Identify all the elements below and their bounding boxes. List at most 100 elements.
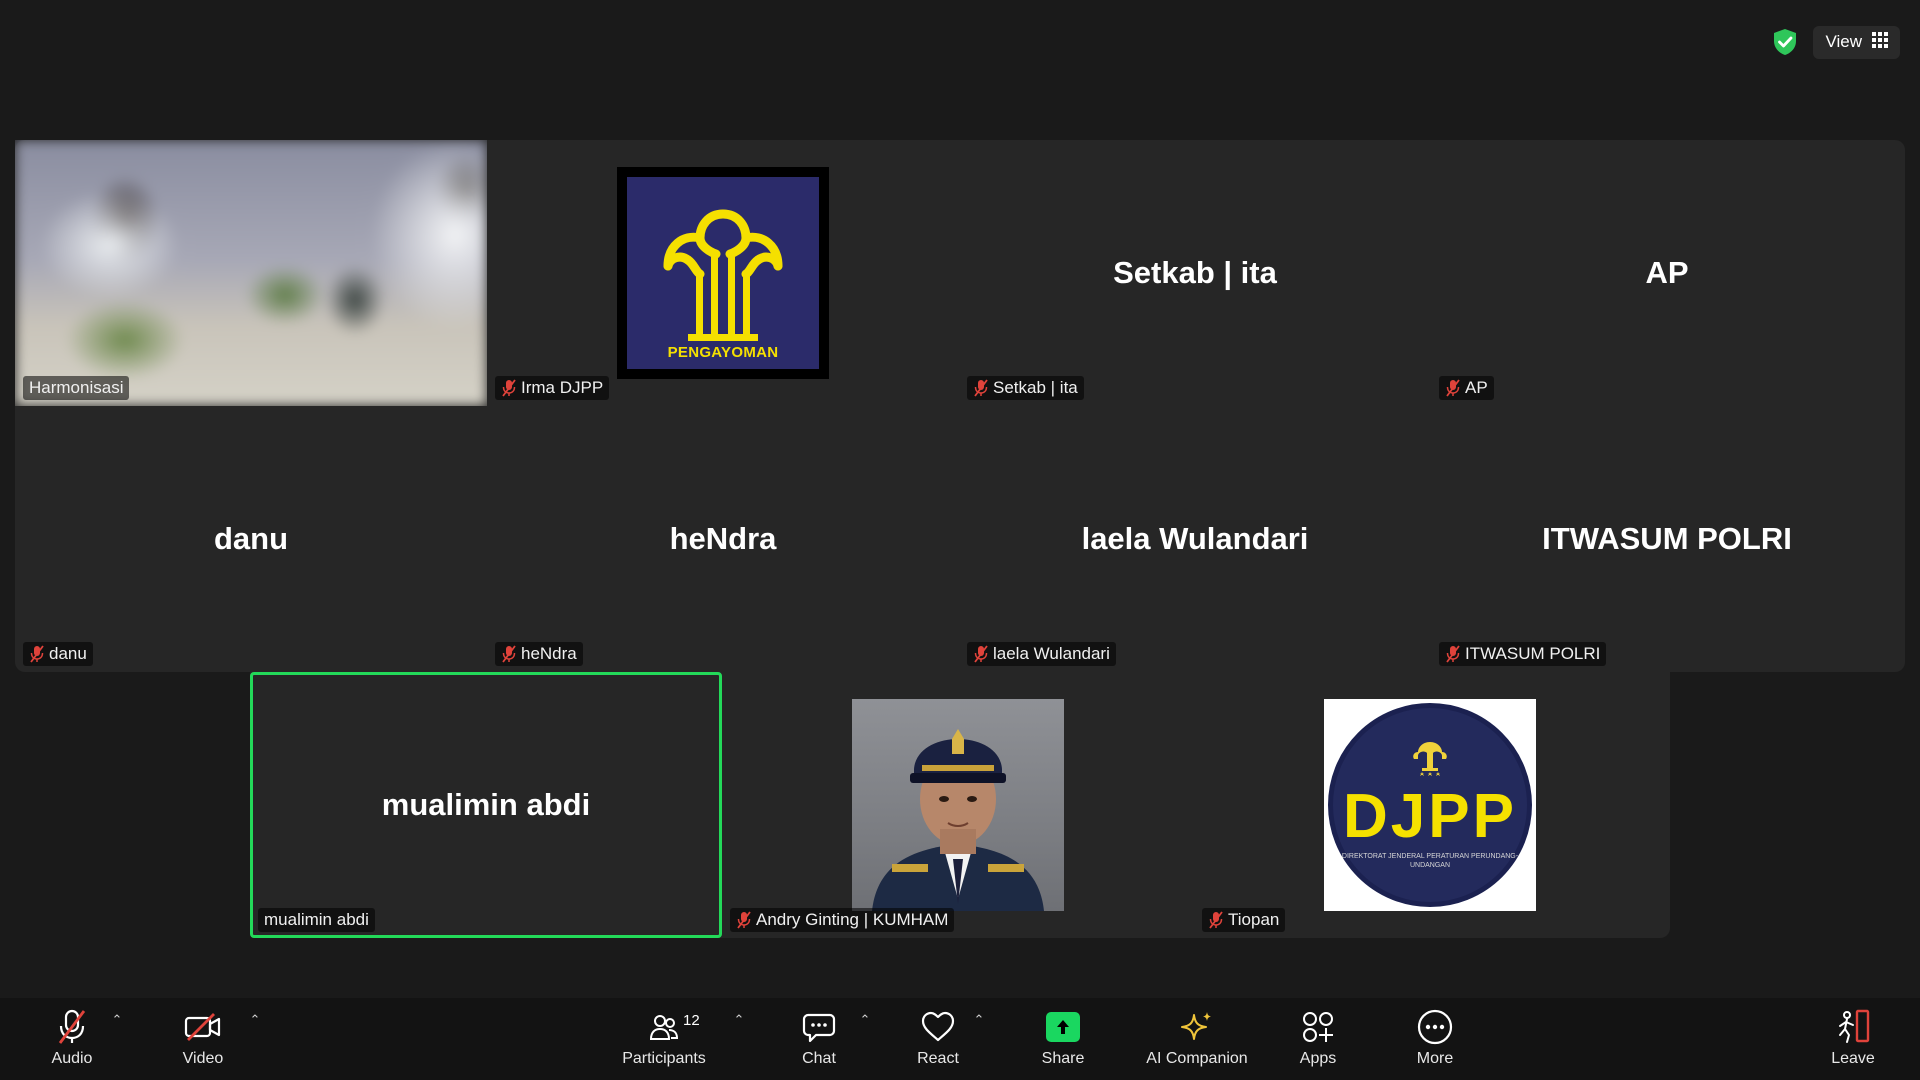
participant-tile-setkab-ita[interactable]: Setkab | ita Setkab | ita xyxy=(959,140,1431,406)
participant-tile-andry-ginting[interactable]: Andry Ginting | KUMHAM xyxy=(722,672,1194,938)
participant-display-name: AP xyxy=(1645,255,1689,290)
more-label: More xyxy=(1416,1050,1454,1067)
participant-nametag: Setkab | ita xyxy=(967,376,1084,400)
leave-icon xyxy=(1835,1006,1871,1048)
gallery-row-2: danu danu heNdra heNdra laela Wulandari … xyxy=(15,406,1905,672)
participant-nametag: mualimin abdi xyxy=(258,908,375,932)
djpp-logo-icon: DJPP DIREKTORAT JENDERAL PERATURAN PERUN… xyxy=(1328,703,1532,907)
participant-tile-hendra[interactable]: heNdra heNdra xyxy=(487,406,959,672)
participant-tile-danu[interactable]: danu danu xyxy=(15,406,487,672)
djpp-logo-subtext: DIREKTORAT JENDERAL PERATURAN PERUNDANG-… xyxy=(1341,852,1519,869)
participants-options-caret-icon[interactable]: ⌃ xyxy=(730,1012,748,1030)
participant-name: heNdra xyxy=(521,644,577,663)
participant-nametag: Harmonisasi xyxy=(23,376,130,400)
participant-tile-laela-wulandari[interactable]: laela Wulandari laela Wulandari xyxy=(959,406,1431,672)
heart-icon xyxy=(920,1006,956,1048)
participant-name: Setkab | ita xyxy=(993,378,1078,397)
participant-nametag: ITWASUM POLRI xyxy=(1439,642,1607,666)
video-off-icon xyxy=(184,1006,222,1048)
participant-nametag: AP xyxy=(1439,376,1494,400)
pengayoman-label: PENGAYOMAN xyxy=(667,344,779,361)
more-icon xyxy=(1417,1006,1453,1048)
participant-name: Andry Ginting | KUMHAM xyxy=(756,910,949,929)
share-label: Share xyxy=(1041,1050,1085,1067)
react-button[interactable]: React xyxy=(912,1006,964,1074)
chat-icon xyxy=(802,1006,836,1048)
view-button[interactable]: View xyxy=(1813,25,1900,59)
mic-muted-icon xyxy=(737,911,751,929)
mic-muted-icon xyxy=(1446,645,1460,663)
apps-icon xyxy=(1301,1006,1335,1048)
participant-name: Tiopan xyxy=(1228,910,1280,929)
participant-nametag: laela Wulandari xyxy=(967,642,1116,666)
participant-tile-ap[interactable]: AP AP xyxy=(1431,140,1903,406)
share-screen-icon xyxy=(1046,1006,1080,1048)
share-button[interactable]: Share xyxy=(1038,1006,1088,1074)
meeting-window: View Harmonisasi PENGAYOMAN Irma DJPP Se… xyxy=(0,0,1920,1080)
participants-count: 12 xyxy=(683,1012,700,1029)
react-options-caret-icon[interactable]: ⌃ xyxy=(970,1012,988,1030)
mic-muted-icon xyxy=(56,1006,88,1048)
video-button[interactable]: Video xyxy=(172,1006,234,1074)
video-label: Video xyxy=(182,1050,224,1067)
participants-icon: 12 xyxy=(649,1006,700,1048)
mic-muted-icon xyxy=(30,645,44,663)
mic-muted-icon xyxy=(502,379,516,397)
participant-tile-tiopan[interactable]: DJPP DIREKTORAT JENDERAL PERATURAN PERUN… xyxy=(1194,672,1666,938)
chat-options-caret-icon[interactable]: ⌃ xyxy=(856,1012,874,1030)
participant-name: danu xyxy=(49,644,87,663)
audio-label: Audio xyxy=(51,1050,93,1067)
participants-button[interactable]: 12 Participants xyxy=(616,1006,712,1074)
mic-muted-icon xyxy=(1209,911,1223,929)
pengayoman-avatar: PENGAYOMAN xyxy=(617,167,829,379)
djpp-logo-text: DJPP xyxy=(1343,781,1517,851)
apps-label: Apps xyxy=(1299,1050,1337,1067)
participant-name: laela Wulandari xyxy=(993,644,1110,663)
pengayoman-tree-icon xyxy=(663,209,783,341)
participant-tile-itwasum-polri[interactable]: ITWASUM POLRI ITWASUM POLRI xyxy=(1431,406,1903,672)
participant-tile-irma-djpp[interactable]: PENGAYOMAN Irma DJPP xyxy=(487,140,959,406)
react-label: React xyxy=(917,1050,959,1067)
gallery-row-1: Harmonisasi PENGAYOMAN Irma DJPP Setkab … xyxy=(15,140,1905,406)
participant-name: Harmonisasi xyxy=(29,378,124,397)
leave-button[interactable]: Leave xyxy=(1828,1006,1878,1074)
participant-tile-mualimin-abdi[interactable]: mualimin abdi mualimin abdi xyxy=(250,672,722,938)
ai-companion-button[interactable]: AI Companion xyxy=(1140,1006,1254,1074)
more-button[interactable]: More xyxy=(1412,1006,1458,1074)
participant-nametag: danu xyxy=(23,642,93,666)
participant-nametag: heNdra xyxy=(495,642,583,666)
ai-companion-label: AI Companion xyxy=(1146,1050,1248,1067)
view-label: View xyxy=(1825,32,1862,51)
ai-sparkle-icon xyxy=(1180,1006,1214,1048)
participants-label: Participants xyxy=(622,1050,706,1067)
chat-button[interactable]: Chat xyxy=(796,1006,842,1074)
audio-options-caret-icon[interactable]: ⌃ xyxy=(108,1012,126,1030)
shield-check-icon[interactable] xyxy=(1767,24,1803,60)
profile-photo-avatar xyxy=(852,699,1064,911)
mic-muted-icon xyxy=(974,645,988,663)
grid-icon xyxy=(1872,31,1888,53)
participant-nametag: Irma DJPP xyxy=(495,376,610,400)
participant-display-name: ITWASUM POLRI xyxy=(1542,521,1792,556)
participant-display-name: heNdra xyxy=(669,521,777,556)
mic-muted-icon xyxy=(1446,379,1460,397)
participant-video xyxy=(15,140,487,406)
audio-button[interactable]: Audio xyxy=(42,1006,102,1074)
video-options-caret-icon[interactable]: ⌃ xyxy=(246,1012,264,1030)
participant-display-name: mualimin abdi xyxy=(381,787,591,822)
top-right-controls: View xyxy=(1767,24,1900,60)
djpp-logo-avatar: DJPP DIREKTORAT JENDERAL PERATURAN PERUN… xyxy=(1324,699,1536,911)
participant-name: AP xyxy=(1465,378,1488,397)
mic-muted-icon xyxy=(974,379,988,397)
participant-name: ITWASUM POLRI xyxy=(1465,644,1601,663)
participant-nametag: Tiopan xyxy=(1202,908,1286,932)
mic-muted-icon xyxy=(502,645,516,663)
participant-display-name: Setkab | ita xyxy=(1113,255,1277,290)
participant-tile-harmonisasi[interactable]: Harmonisasi xyxy=(15,140,487,406)
chat-label: Chat xyxy=(802,1050,836,1067)
apps-button[interactable]: Apps xyxy=(1296,1006,1340,1074)
participant-nametag: Andry Ginting | KUMHAM xyxy=(730,908,955,932)
participant-display-name: laela Wulandari xyxy=(1081,521,1309,556)
participant-name: Irma DJPP xyxy=(521,378,604,397)
participant-name: mualimin abdi xyxy=(264,910,369,929)
